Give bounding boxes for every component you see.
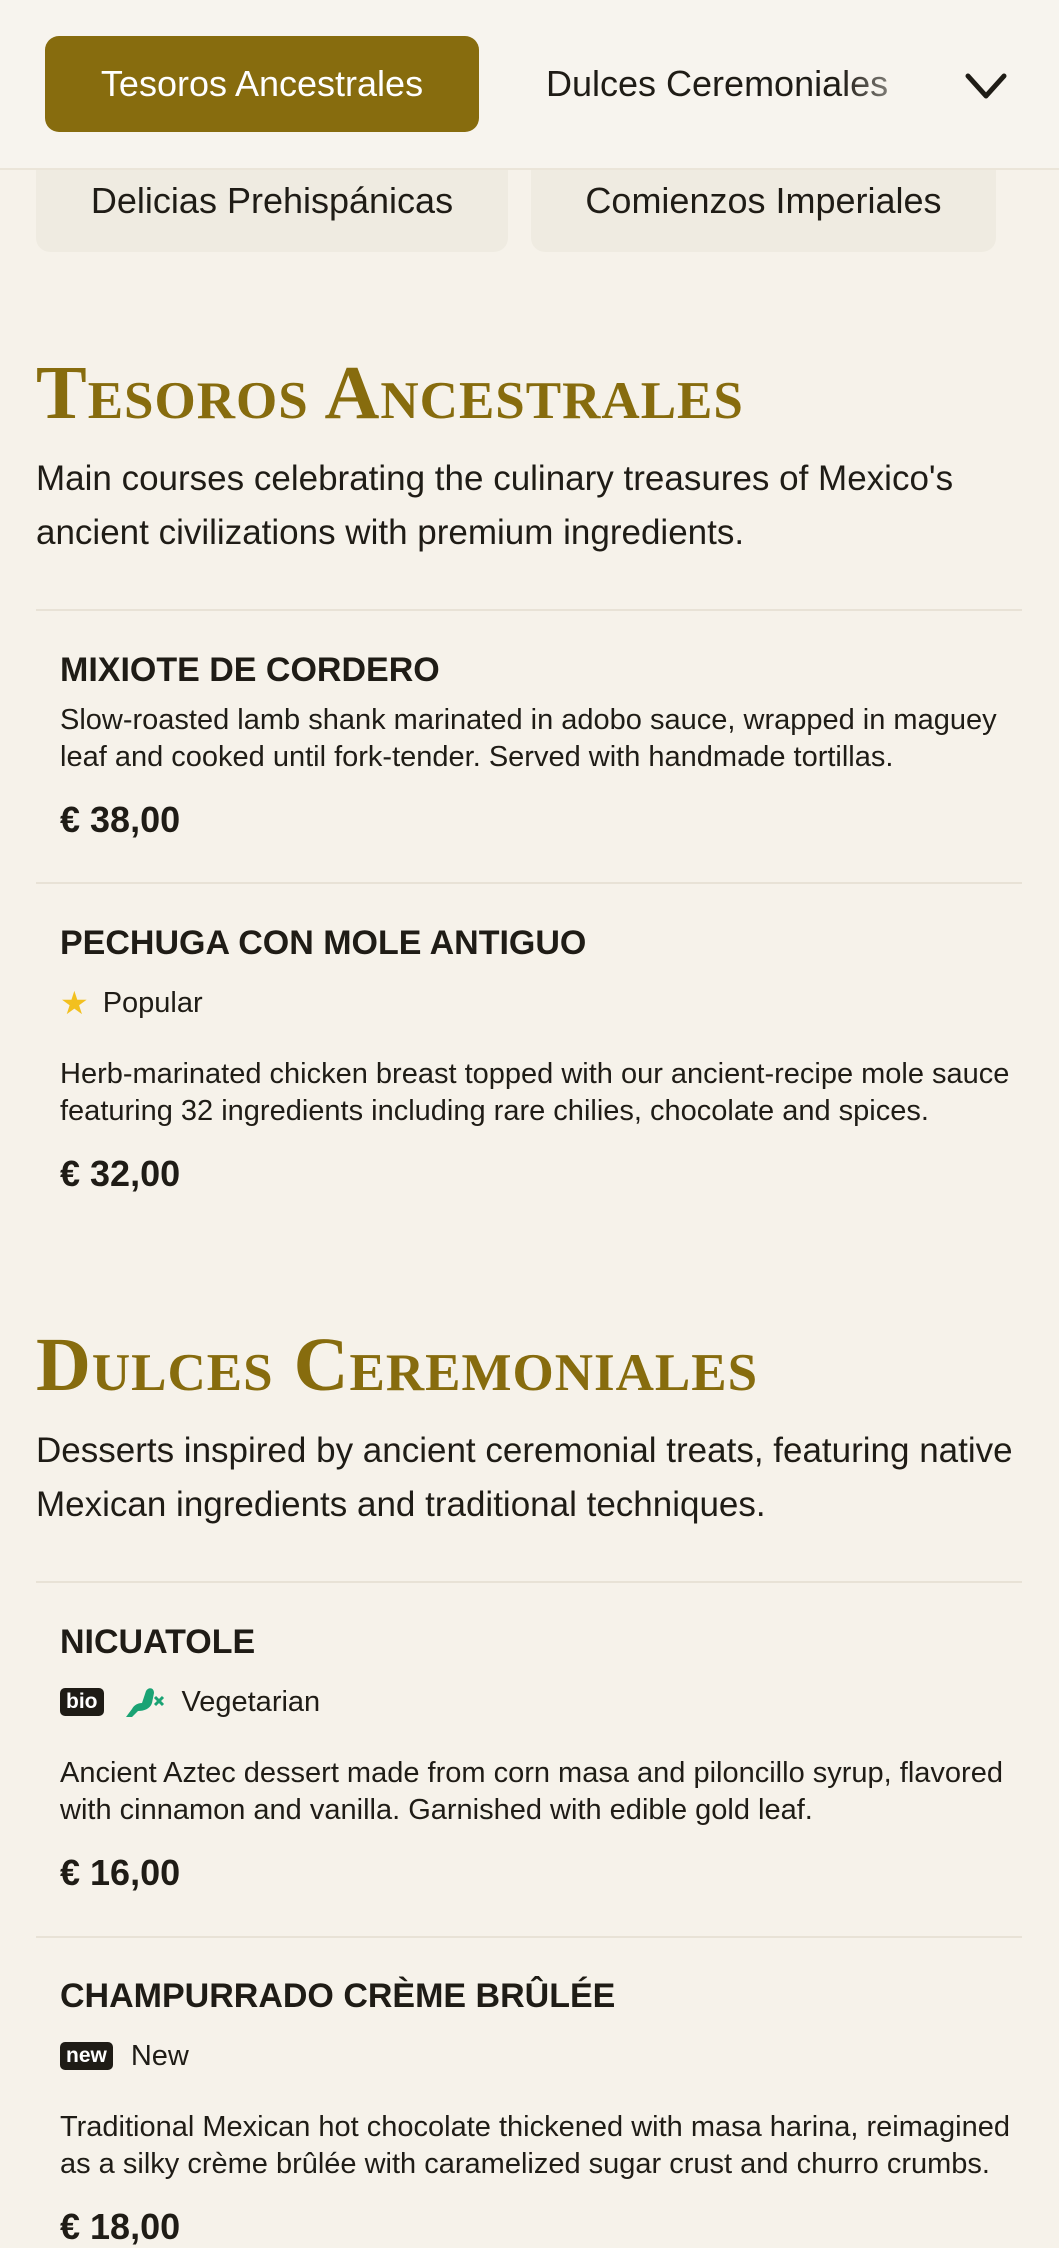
tab-dulces-ceremoniales[interactable]: Dulces Ceremoniales	[546, 36, 888, 132]
item-price: € 32,00	[60, 1153, 181, 1194]
divider	[36, 1581, 1022, 1583]
section-title: Dulces Ceremoniales	[36, 1323, 759, 1407]
item-description: Slow-roasted lamb shank marinated in ado…	[60, 704, 997, 773]
tab-tesoros-ancestrales[interactable]: Tesoros Ancestrales	[45, 36, 479, 132]
tag-label: Vegetarian	[181, 1685, 321, 1718]
section-description: Desserts inspired by ancient ceremonial …	[36, 1431, 1013, 1524]
item-price: € 16,00	[60, 1852, 181, 1893]
section-description: Main courses celebrating the culinary tr…	[36, 459, 954, 552]
item-name: MIXIOTE DE CORDERO	[60, 651, 440, 689]
vegetarian-leg-icon	[125, 1688, 164, 1717]
divider	[36, 609, 1022, 611]
item-name: CHAMPURRADO CRÈME BRÛLÉE	[60, 1977, 616, 2015]
item-name: NICUATOLE	[60, 1623, 256, 1661]
category-nav: Tesoros Ancestrales Dulces Ceremoniales	[0, 0, 1059, 170]
tab-scroll-fade	[840, 20, 950, 150]
new-badge: new	[60, 2042, 113, 2070]
item-name: PECHUGA CON MOLE ANTIGUO	[60, 924, 587, 962]
item-price: € 38,00	[60, 799, 181, 840]
item-tags: new New	[60, 2036, 189, 2076]
tag-label: Popular	[102, 986, 203, 1019]
chevron-down-icon[interactable]	[958, 58, 1014, 114]
tag-label: New	[130, 2039, 189, 2072]
item-description: Traditional Mexican hot chocolate thicke…	[60, 2111, 1010, 2180]
item-tags: bio Vegetarian	[60, 1682, 320, 1722]
item-description: Herb-marinated chicken breast topped wit…	[60, 1058, 1010, 1127]
section-title: Tesoros Ancestrales	[36, 351, 744, 435]
item-description: Ancient Aztec dessert made from corn mas…	[60, 1757, 1003, 1826]
item-tags: ★ Popular	[60, 983, 203, 1023]
star-icon: ★	[60, 985, 89, 1021]
item-price: € 18,00	[60, 2206, 181, 2247]
divider	[36, 1936, 1022, 1938]
bio-badge: bio	[60, 1688, 104, 1716]
divider	[36, 882, 1022, 884]
